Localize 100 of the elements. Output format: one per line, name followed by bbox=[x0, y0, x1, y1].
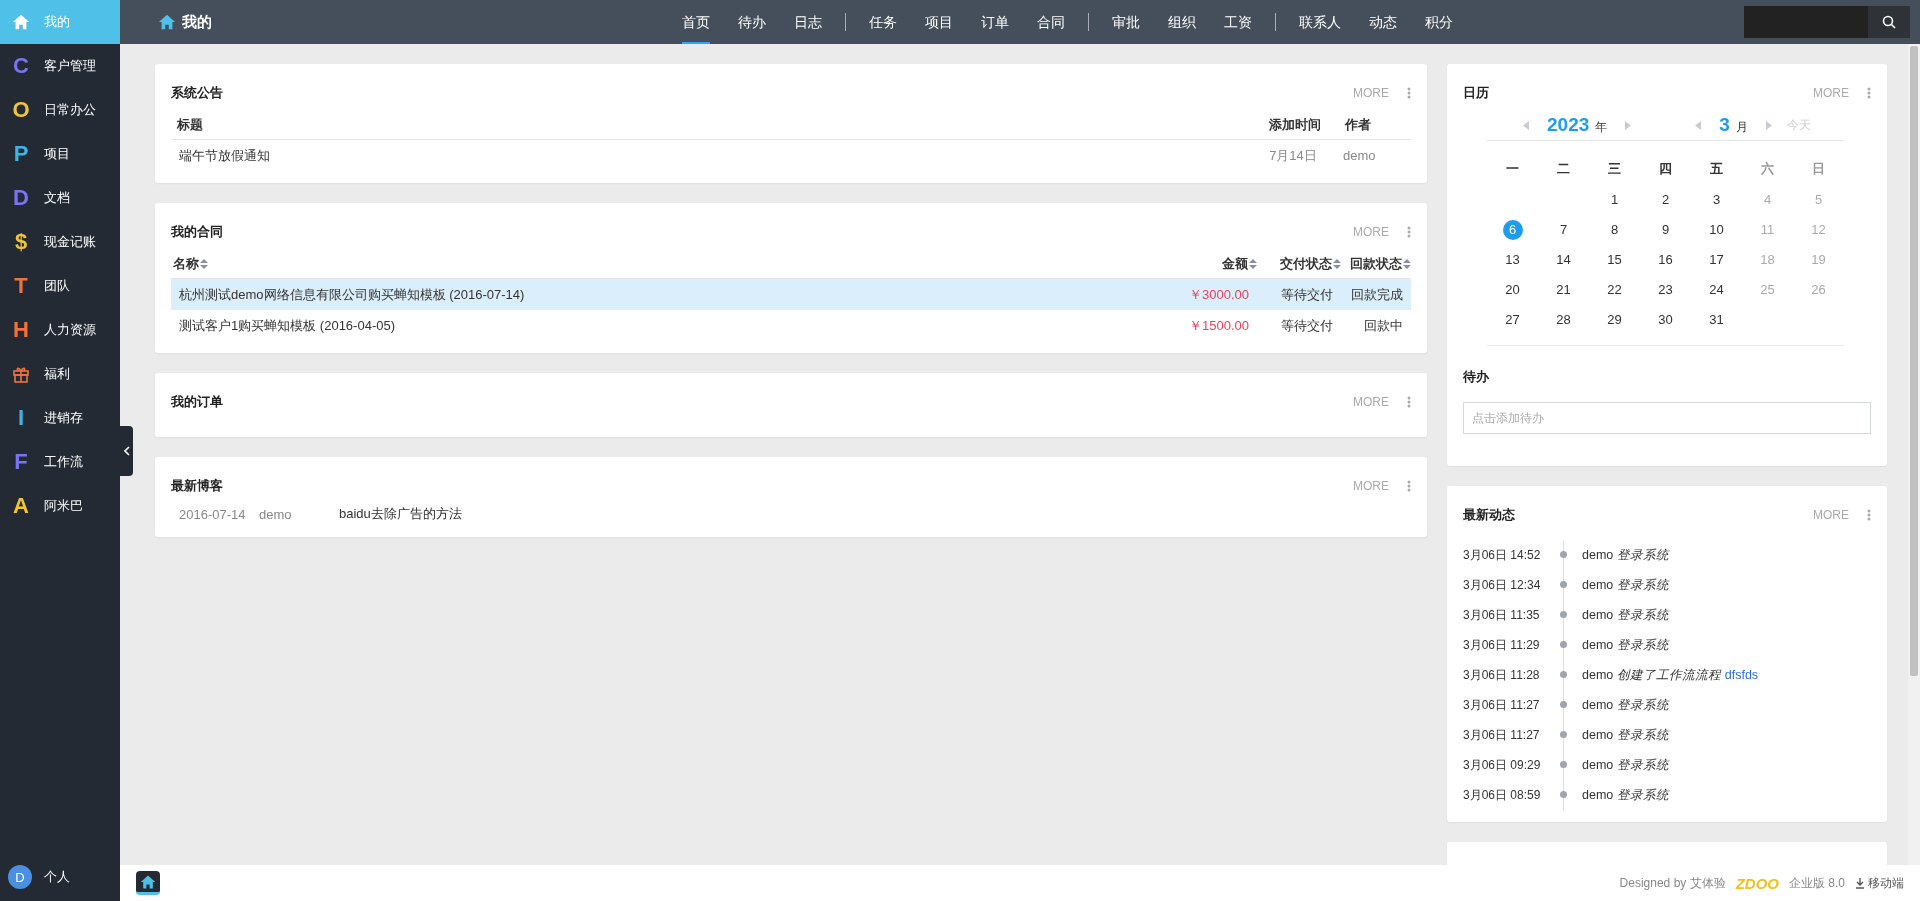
sidebar-item[interactable]: $ 现金记账 bbox=[0, 220, 120, 264]
todo-title: 待办 bbox=[1463, 368, 1490, 386]
calendar-day[interactable]: 1 bbox=[1604, 190, 1625, 210]
sidebar-item[interactable]: O 日常办公 bbox=[0, 88, 120, 132]
previous-icon[interactable] bbox=[1523, 120, 1529, 130]
timeline-dot bbox=[1560, 611, 1567, 618]
timeline-dot bbox=[1560, 761, 1567, 768]
nav-tab[interactable]: 审批 bbox=[1112, 0, 1140, 44]
search-button[interactable] bbox=[1868, 6, 1910, 38]
nav-tab[interactable]: 任务 bbox=[869, 0, 897, 44]
kebab-icon[interactable] bbox=[1407, 87, 1411, 99]
calendar-day[interactable]: 15 bbox=[1604, 250, 1625, 270]
kebab-icon[interactable] bbox=[1407, 226, 1411, 238]
kebab-icon[interactable] bbox=[1407, 396, 1411, 408]
sidebar-item[interactable]: T 团队 bbox=[0, 264, 120, 308]
activity-user: demo bbox=[1582, 758, 1615, 772]
activity-action: 创建了工作流流程 bbox=[1616, 668, 1721, 682]
nav-tab[interactable]: 动态 bbox=[1369, 0, 1397, 44]
calendar-day[interactable]: 24 bbox=[1706, 280, 1727, 300]
table-row[interactable]: 杭州测试demo网络信息有限公司购买蝉知模板 (2016-07-14) ￥3000.00 等待交付 回款完成 bbox=[171, 279, 1411, 310]
calendar-day[interactable]: 8 bbox=[1604, 220, 1625, 240]
nav-tab[interactable]: 日志 bbox=[794, 0, 822, 44]
column-header[interactable]: 名称 bbox=[173, 254, 208, 273]
calendar-day[interactable]: 27 bbox=[1502, 310, 1523, 330]
sidebar-item[interactable]: F 工作流 bbox=[0, 440, 120, 484]
sidebar-item[interactable]: C 客户管理 bbox=[0, 44, 120, 88]
calendar-day[interactable]: 23 bbox=[1655, 280, 1676, 300]
letter-icon: $ bbox=[12, 229, 30, 255]
download-icon[interactable] bbox=[1855, 877, 1865, 889]
letter-icon: P bbox=[12, 141, 30, 167]
calendar-day[interactable]: 14 bbox=[1553, 250, 1574, 270]
sidebar-label: 项目 bbox=[44, 145, 70, 163]
calendar-day[interactable]: 20 bbox=[1502, 280, 1523, 300]
calendar-day[interactable]: 21 bbox=[1553, 280, 1574, 300]
nav-tab[interactable]: 积分 bbox=[1425, 0, 1453, 44]
calendar-day[interactable]: 9 bbox=[1655, 220, 1676, 240]
sort-icon[interactable] bbox=[1333, 258, 1341, 269]
scrollbar[interactable] bbox=[1908, 44, 1920, 865]
nav-tab[interactable]: 订单 bbox=[981, 0, 1009, 44]
table-cell-text: 回款完成 bbox=[1350, 285, 1403, 304]
nav-tab[interactable]: 工资 bbox=[1224, 0, 1252, 44]
sort-icon[interactable] bbox=[200, 258, 208, 269]
calendar-day[interactable]: 30 bbox=[1655, 310, 1676, 330]
sidebar-item[interactable]: A 阿米巴 bbox=[0, 484, 120, 528]
sidebar-label: 工作流 bbox=[44, 453, 83, 471]
table-row[interactable]: 测试客户1购买蝉知模板 (2016-04-05) ￥1500.00 等待交付 回款中 bbox=[171, 310, 1411, 341]
home-button[interactable] bbox=[136, 871, 160, 895]
activity-user: demo bbox=[1582, 698, 1615, 712]
calendar-day[interactable]: 31 bbox=[1706, 310, 1727, 330]
sidebar-item[interactable]: H 人力资源 bbox=[0, 308, 120, 352]
activity-action: 登录系统 bbox=[1616, 728, 1669, 742]
column-header[interactable]: 回款状态 bbox=[1350, 254, 1411, 273]
column-header[interactable]: 金额 bbox=[1222, 254, 1257, 273]
nav-tab[interactable]: 项目 bbox=[925, 0, 953, 44]
year-value: 2023 bbox=[1547, 114, 1590, 135]
kebab-icon[interactable] bbox=[1407, 480, 1411, 492]
blog-title[interactable]: baidu去除广告的方法 bbox=[339, 505, 1403, 523]
calendar-day[interactable]: 22 bbox=[1604, 280, 1625, 300]
chevron-left-icon[interactable] bbox=[123, 446, 130, 456]
activity-user: demo bbox=[1582, 578, 1615, 592]
sort-icon[interactable] bbox=[1403, 258, 1411, 269]
column-header: 标题 bbox=[177, 115, 204, 134]
nav-tab[interactable]: 待办 bbox=[738, 0, 766, 44]
sidebar-item[interactable]: 福利 bbox=[0, 352, 120, 396]
calendar-day[interactable]: 7 bbox=[1553, 220, 1574, 240]
column-header: 添加时间 bbox=[1268, 115, 1322, 134]
activity-link[interactable]: dfsfds bbox=[1724, 668, 1759, 682]
sidebar-item[interactable]: P 项目 bbox=[0, 132, 120, 176]
calendar-day[interactable]: 17 bbox=[1706, 250, 1727, 270]
calendar-day[interactable]: 10 bbox=[1706, 220, 1727, 240]
nav-tab[interactable]: 组织 bbox=[1168, 0, 1196, 44]
calendar-day[interactable]: 13 bbox=[1502, 250, 1523, 270]
card-title: 系统公告 bbox=[171, 84, 223, 102]
calendar-day[interactable]: 28 bbox=[1553, 310, 1574, 330]
timeline-dot bbox=[1560, 641, 1567, 648]
search-icon[interactable] bbox=[1882, 15, 1896, 29]
calendar-day[interactable]: 2 bbox=[1655, 190, 1676, 210]
next-icon[interactable] bbox=[1765, 120, 1772, 130]
calendar-day[interactable]: 16 bbox=[1655, 250, 1676, 270]
sidebar-item[interactable]: D 文档 bbox=[0, 176, 120, 220]
card-title: 日历 bbox=[1463, 84, 1489, 102]
next-icon[interactable] bbox=[1625, 120, 1632, 130]
sidebar-item[interactable]: I 进销存 bbox=[0, 396, 120, 440]
year-unit: 年 bbox=[1595, 120, 1608, 134]
kebab-icon[interactable] bbox=[1867, 87, 1871, 99]
nav-tab[interactable]: 首页 bbox=[682, 0, 710, 44]
nav-tab[interactable]: 联系人 bbox=[1299, 0, 1341, 44]
calendar-day[interactable]: 3 bbox=[1706, 190, 1727, 210]
sort-icon[interactable] bbox=[1249, 258, 1257, 269]
calendar-day[interactable]: 29 bbox=[1604, 310, 1625, 330]
previous-icon[interactable] bbox=[1695, 120, 1702, 130]
collapse-handle[interactable] bbox=[120, 426, 133, 476]
mobile-link[interactable]: 移动端 bbox=[1855, 874, 1904, 892]
search-field[interactable] bbox=[1744, 6, 1868, 38]
user-label[interactable]: 个人 bbox=[44, 868, 70, 886]
timeline-dot bbox=[1560, 551, 1567, 558]
kebab-icon[interactable] bbox=[1867, 509, 1871, 521]
todo-input[interactable]: 点击添加待办 bbox=[1463, 402, 1871, 434]
nav-tab[interactable]: 合同 bbox=[1037, 0, 1065, 44]
column-header[interactable]: 交付状态 bbox=[1280, 254, 1341, 273]
